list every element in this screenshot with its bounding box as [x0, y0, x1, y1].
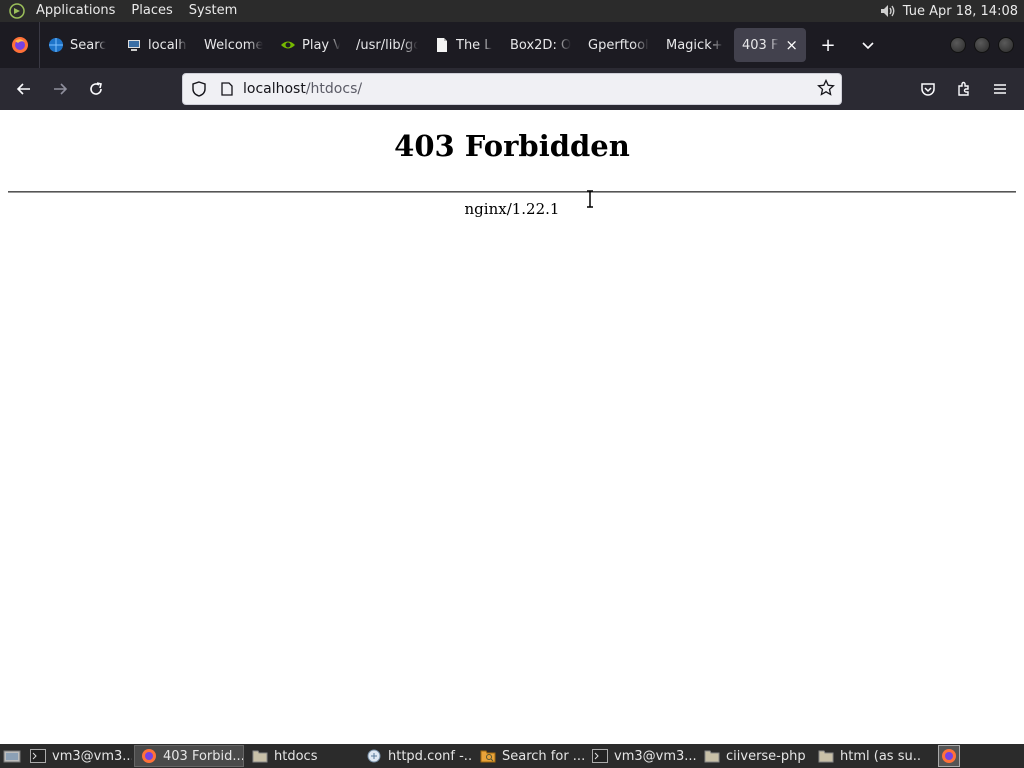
minimize-window-button[interactable]: [950, 37, 966, 53]
terminal-icon: [30, 748, 46, 764]
tracking-protection-shield-icon[interactable]: [185, 74, 213, 104]
text-cursor-icon: [585, 190, 595, 212]
tab-usr-lib[interactable]: /usr/lib/gc: [348, 28, 426, 62]
tab-strip: Searc localh Welcome Play V /usr/lib/gc …: [0, 22, 1024, 68]
tab-title: The L: [456, 37, 492, 53]
bookmark-star-icon[interactable]: [817, 78, 835, 101]
forward-button[interactable]: [42, 73, 78, 105]
folder-icon: [704, 748, 720, 764]
task-label: htdocs: [274, 748, 318, 764]
tab-welcome[interactable]: Welcome: [196, 28, 272, 62]
places-menu[interactable]: Places: [123, 0, 180, 22]
taskbar-item-terminal-2[interactable]: vm3@vm3...: [586, 745, 696, 767]
task-label: ciiverse-php: [726, 748, 806, 764]
hamburger-menu-icon[interactable]: [982, 73, 1018, 105]
extensions-puzzle-icon[interactable]: [946, 73, 982, 105]
top-panel: Applications Places System Tue Apr 18, 1…: [0, 0, 1024, 22]
reload-button[interactable]: [78, 73, 114, 105]
new-tab-icon[interactable]: +: [808, 35, 848, 56]
task-label: html (as su...: [840, 748, 922, 764]
firefox-tray-icon[interactable]: [938, 745, 960, 767]
tab-title: Welcome: [204, 37, 264, 53]
task-label: Search for ...: [502, 748, 584, 764]
task-label: 403 Forbid...: [163, 748, 244, 764]
taskbar-item-ciiverse-php[interactable]: ciiverse-php: [698, 745, 810, 767]
tab-box2d[interactable]: Box2D: O: [502, 28, 580, 62]
url-host: localhost: [243, 81, 306, 97]
taskbar-item-search-for[interactable]: Search for ...: [474, 745, 584, 767]
tab-the-l[interactable]: The L: [426, 28, 502, 62]
volume-icon[interactable]: [877, 3, 899, 19]
taskbar-item-html-as-su[interactable]: html (as su...: [812, 745, 922, 767]
list-all-tabs-icon[interactable]: [848, 38, 888, 52]
text-editor-icon: [366, 748, 382, 764]
tab-title: localh: [148, 37, 187, 53]
gnome-foot-icon[interactable]: [6, 0, 28, 22]
tab-title: Gperftool: [588, 37, 649, 53]
taskbar: vm3@vm3... 403 Forbid... htdocs httpd.co…: [0, 744, 1024, 768]
maximize-window-button[interactable]: [974, 37, 990, 53]
toolbar-right: [910, 73, 1018, 105]
task-label: vm3@vm3...: [614, 748, 696, 764]
tab-title: Box2D: O: [510, 37, 572, 53]
task-label: httpd.conf -...: [388, 748, 472, 764]
terminal-icon: [592, 748, 608, 764]
tab-title: Play V: [302, 37, 340, 53]
applications-menu[interactable]: Applications: [28, 0, 123, 22]
search-folder-icon: [480, 748, 496, 764]
tab-magick[interactable]: Magick++: [658, 28, 732, 62]
tab-403-forbidden[interactable]: 403 Fo ×: [734, 28, 806, 62]
tab-search[interactable]: Searc: [40, 28, 118, 62]
globe-icon: [48, 37, 64, 53]
tab-title: /usr/lib/gc: [356, 37, 418, 53]
taskbar-item-htdocs[interactable]: htdocs: [246, 745, 358, 767]
divider: [8, 191, 1016, 193]
close-window-button[interactable]: [998, 37, 1014, 53]
address-bar[interactable]: localhost/htdocs/: [182, 73, 842, 105]
page-info-icon[interactable]: [213, 74, 241, 104]
nvidia-icon: [280, 37, 296, 53]
tab-title: 403 Fo: [742, 37, 779, 53]
tab-localhost[interactable]: localh: [118, 28, 196, 62]
tab-gperftools[interactable]: Gperftool: [580, 28, 658, 62]
tab-play[interactable]: Play V: [272, 28, 348, 62]
monitor-icon: [126, 37, 142, 53]
url-path: /htdocs/: [305, 81, 363, 97]
folder-icon: [252, 748, 268, 764]
taskbar-item-terminal-1[interactable]: vm3@vm3...: [24, 745, 132, 767]
close-tab-icon[interactable]: ×: [785, 36, 798, 54]
pocket-icon[interactable]: [910, 73, 946, 105]
show-desktop-icon[interactable]: [0, 744, 24, 768]
folder-icon: [818, 748, 834, 764]
taskbar-item-httpd-conf[interactable]: httpd.conf -...: [360, 745, 472, 767]
taskbar-item-firefox[interactable]: 403 Forbid...: [134, 745, 244, 767]
tab-title: Magick++: [666, 37, 724, 53]
page-content: 403 Forbidden nginx/1.22.1: [0, 110, 1024, 744]
firefox-icon: [141, 748, 157, 764]
firefox-menu-icon[interactable]: [0, 22, 40, 68]
server-signature: nginx/1.22.1: [464, 200, 560, 218]
panel-clock[interactable]: Tue Apr 18, 14:08: [899, 4, 1024, 19]
task-label: vm3@vm3...: [52, 748, 132, 764]
window-controls: [950, 37, 1014, 53]
document-icon: [434, 37, 450, 53]
navigation-toolbar: localhost/htdocs/: [0, 68, 1024, 110]
system-menu[interactable]: System: [181, 0, 245, 22]
back-button[interactable]: [6, 73, 42, 105]
tab-title: Searc: [70, 37, 107, 53]
page-heading: 403 Forbidden: [394, 129, 630, 163]
url-text[interactable]: localhost/htdocs/: [243, 81, 362, 97]
